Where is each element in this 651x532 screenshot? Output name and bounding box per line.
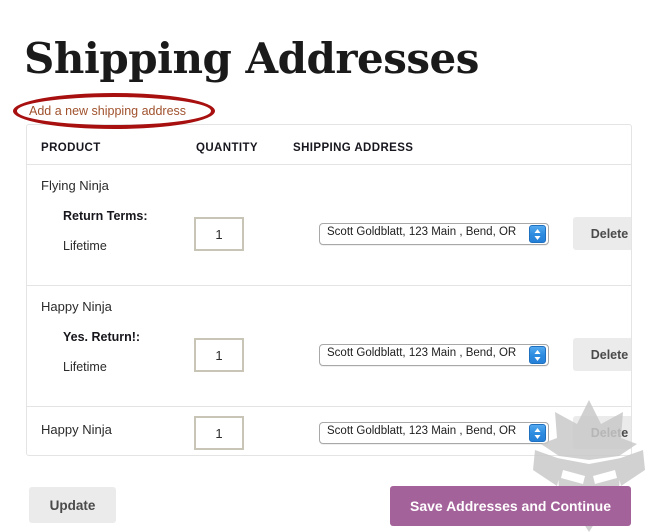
product-name: Flying Ninja (41, 178, 109, 193)
shipping-address-select[interactable]: Scott Goldblatt, 123 Main , Bend, OR (319, 422, 549, 444)
product-name: Happy Ninja (41, 422, 112, 437)
save-addresses-and-continue-button[interactable]: Save Addresses and Continue (390, 486, 631, 526)
table-header-row: PRODUCT QUANTITY SHIPPING ADDRESS (27, 125, 631, 165)
shipping-address-select[interactable]: Scott Goldblatt, 123 Main , Bend, OR (319, 344, 549, 366)
page-root: Shipping Addresses Add a new shipping ad… (0, 0, 651, 532)
quantity-input[interactable] (194, 338, 244, 372)
add-new-shipping-address-link[interactable]: Add a new shipping address (29, 104, 186, 118)
quantity-input[interactable] (194, 416, 244, 450)
update-button[interactable]: Update (29, 487, 116, 523)
product-meta-value: Lifetime (63, 239, 107, 253)
chevron-up-down-icon[interactable] (529, 346, 546, 364)
chevron-up-down-icon[interactable] (529, 424, 546, 442)
chevron-up-down-icon[interactable] (529, 225, 546, 243)
product-meta-value: Lifetime (63, 360, 107, 374)
select-selected-value: Scott Goldblatt, 123 Main , Bend, OR (327, 226, 517, 238)
select-selected-value: Scott Goldblatt, 123 Main , Bend, OR (327, 425, 517, 437)
table-row: Happy Ninja Yes. Return!: Lifetime Scott… (27, 286, 631, 407)
table-row: Flying Ninja Return Terms: Lifetime Scot… (27, 165, 631, 286)
delete-button[interactable]: Delete (573, 416, 631, 449)
shipping-addresses-table: PRODUCT QUANTITY SHIPPING ADDRESS Flying… (26, 124, 632, 456)
shipping-address-select[interactable]: Scott Goldblatt, 123 Main , Bend, OR (319, 223, 549, 245)
page-title: Shipping Addresses (24, 34, 479, 84)
delete-button[interactable]: Delete (573, 338, 631, 371)
column-header-shipping-address: SHIPPING ADDRESS (293, 142, 414, 154)
column-header-product: PRODUCT (41, 142, 101, 154)
quantity-input[interactable] (194, 217, 244, 251)
select-selected-value: Scott Goldblatt, 123 Main , Bend, OR (327, 347, 517, 359)
product-name: Happy Ninja (41, 299, 112, 314)
product-meta-label: Yes. Return!: (63, 330, 141, 344)
column-header-quantity: QUANTITY (196, 142, 258, 154)
product-meta-label: Return Terms: (63, 209, 148, 223)
delete-button[interactable]: Delete (573, 217, 631, 250)
table-row: Happy Ninja Scott Goldblatt, 123 Main , … (27, 407, 631, 455)
